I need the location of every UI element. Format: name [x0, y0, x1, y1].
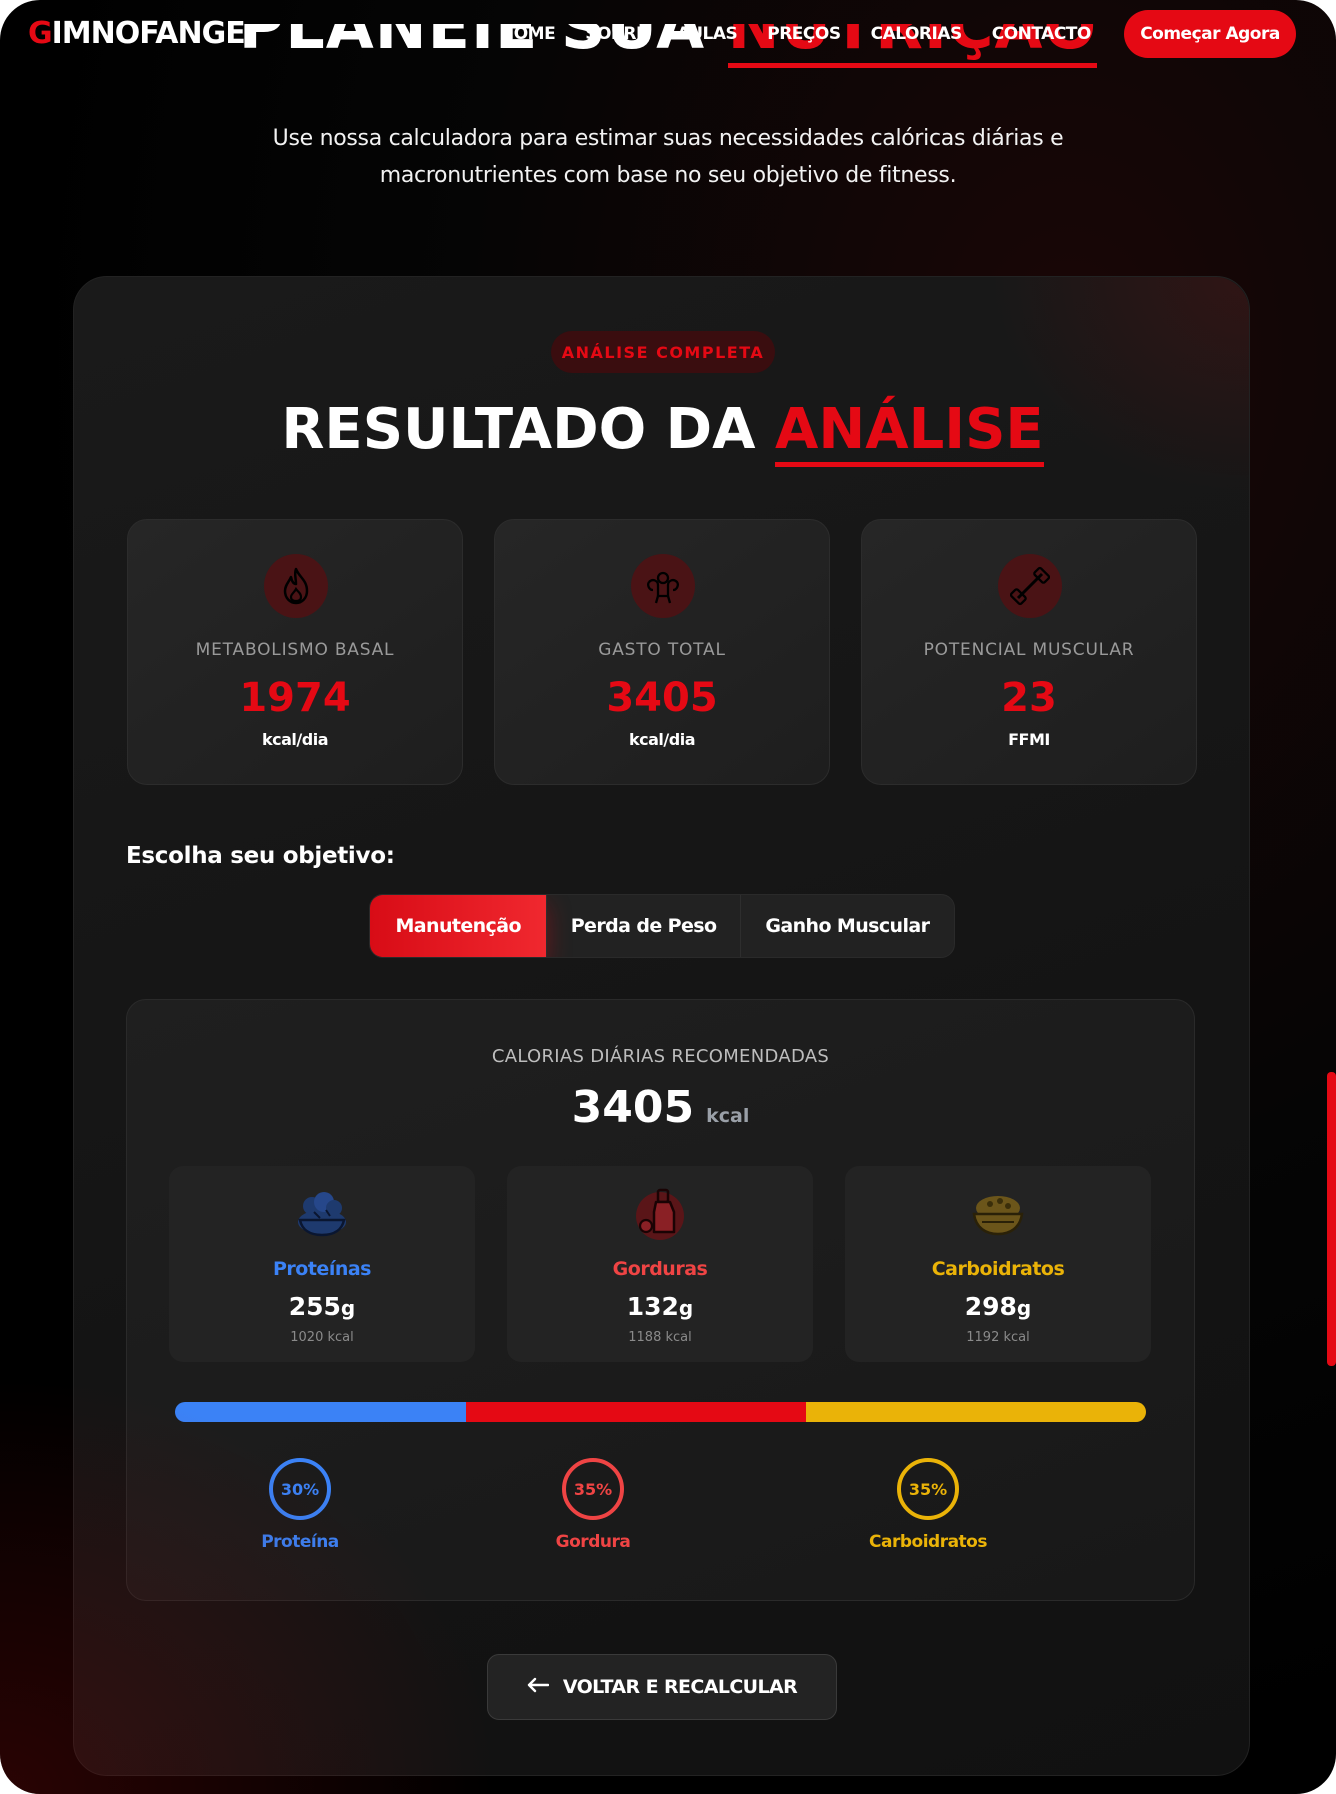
result-title: RESULTADO DA ANÁLISE: [74, 397, 1251, 467]
macro-name: Carboidratos: [931, 1258, 1065, 1280]
percent-label: Proteína: [261, 1532, 339, 1552]
stat-unit: kcal/dia: [262, 730, 328, 749]
nav-links: HOME SOBRE AULAS PREÇOS CALORIAS CONTACT…: [500, 24, 1091, 44]
hero-subtitle-line-2: macronutrientes com base no seu objetivo…: [379, 163, 957, 188]
recommended-calories-label: CALORIAS DIÁRIAS RECOMENDADAS: [491, 1046, 830, 1067]
muscle-icon: [631, 554, 695, 618]
stat-value: 23: [1001, 675, 1057, 721]
macro-grams-unit: g: [678, 1296, 694, 1320]
distribution-segment-protein: [175, 1402, 467, 1422]
analysis-badge: ANÁLISE COMPLETA: [551, 331, 775, 373]
percent-label: Gordura: [555, 1532, 631, 1552]
stat-value: 1974: [239, 675, 351, 721]
percent-label: Carboidratos: [869, 1532, 987, 1552]
result-title-white: RESULTADO DA: [281, 397, 756, 462]
macro-kcal: 1192 kcal: [966, 1330, 1030, 1345]
tab-maintenance[interactable]: Manutenção: [370, 895, 548, 957]
stat-value: 3405: [606, 675, 718, 721]
percent-ring: 35%: [562, 1458, 624, 1520]
stat-label: POTENCIAL MUSCULAR: [923, 640, 1135, 660]
macro-card-carbs: Carboidratos 298g 1192 kcal: [845, 1166, 1151, 1362]
page: GIMNOFANGE HOME SOBRE AULAS PREÇOS CALOR…: [0, 0, 1336, 1794]
macro-name: Gorduras: [612, 1258, 708, 1280]
result-title-red: ANÁLISE: [775, 397, 1044, 467]
stat-card-basal-metabolism: METABOLISMO BASAL 1974 kcal/dia: [127, 519, 463, 785]
nav-link-aulas[interactable]: AULAS: [677, 24, 738, 44]
macro-grams-value: 132: [626, 1292, 679, 1321]
stat-card-muscle-potential: POTENCIAL MUSCULAR 23 FFMI: [861, 519, 1197, 785]
macro-card-protein: Proteínas 255g 1020 kcal: [169, 1166, 475, 1362]
macro-kcal: 1020 kcal: [290, 1330, 354, 1345]
macro-kcal: 1188 kcal: [628, 1330, 692, 1345]
macro-name: Proteínas: [273, 1258, 372, 1280]
logo-letter: G: [28, 16, 53, 51]
start-now-button[interactable]: Começar Agora: [1124, 10, 1296, 58]
percent-ring: 35%: [897, 1458, 959, 1520]
stat-unit: FFMI: [1008, 730, 1050, 749]
stat-label: METABOLISMO BASAL: [195, 640, 395, 660]
tab-weight-loss[interactable]: Perda de Peso: [547, 895, 741, 957]
bread-bowl-icon: [968, 1182, 1028, 1242]
stat-unit: kcal/dia: [629, 730, 695, 749]
hero-subtitle: Use nossa calculadora para estimar suas …: [0, 120, 1336, 194]
macro-grams: 132g: [507, 1292, 813, 1321]
macro-grams-unit: g: [340, 1296, 356, 1320]
stat-card-total-expenditure: GASTO TOTAL 3405 kcal/dia: [494, 519, 830, 785]
result-card: ANÁLISE COMPLETA RESULTADO DA ANÁLISE ME…: [73, 276, 1250, 1776]
recommended-calories: 3405 kcal: [127, 1082, 1194, 1133]
nav-link-home[interactable]: HOME: [500, 24, 556, 44]
goal-tabs: Manutenção Perda de Peso Ganho Muscular: [369, 894, 955, 958]
macro-grams-unit: g: [1016, 1296, 1032, 1320]
nav-link-precos[interactable]: PREÇOS: [767, 24, 841, 44]
recommended-calories-value: 3405: [571, 1082, 695, 1133]
nav-link-calorias[interactable]: CALORIAS: [871, 24, 963, 44]
macro-card-fat: Gorduras 132g 1188 kcal: [507, 1166, 813, 1362]
percent-ring: 30%: [269, 1458, 331, 1520]
hero-subtitle-line-1: Use nossa calculadora para estimar suas …: [272, 126, 1064, 151]
scrollbar-thumb[interactable]: [1327, 1072, 1336, 1366]
tab-muscle-gain[interactable]: Ganho Muscular: [741, 895, 954, 957]
back-recalculate-button[interactable]: VOLTAR E RECALCULAR: [487, 1654, 837, 1720]
macro-grams-value: 255: [288, 1292, 341, 1321]
nav-link-sobre[interactable]: SOBRE: [585, 24, 647, 44]
dumbbell-icon: [998, 554, 1062, 618]
fire-icon: [264, 554, 328, 618]
macro-grams: 298g: [845, 1292, 1151, 1321]
oil-icon: [630, 1182, 690, 1242]
back-recalculate-label: VOLTAR E RECALCULAR: [562, 1676, 798, 1698]
recommendation-panel: CALORIAS DIÁRIAS RECOMENDADAS 3405 kcal P…: [126, 999, 1195, 1601]
recommended-calories-unit: kcal: [706, 1105, 750, 1127]
logo-text: IMNOFANGE: [51, 16, 246, 51]
distribution-segment-fat: [466, 1402, 807, 1422]
macro-grams-value: 298: [964, 1292, 1017, 1321]
nav-link-contacto[interactable]: CONTACTO: [992, 24, 1092, 44]
arrow-left-icon: [527, 1677, 550, 1698]
navbar: GIMNOFANGE HOME SOBRE AULAS PREÇOS CALOR…: [0, 0, 1336, 72]
goal-label: Escolha seu objetivo:: [126, 843, 395, 869]
salad-icon: [292, 1182, 352, 1242]
stat-label: GASTO TOTAL: [598, 640, 726, 660]
macro-grams: 255g: [169, 1292, 475, 1321]
distribution-segment-carbs: [806, 1402, 1146, 1422]
macro-distribution-bar: [175, 1402, 1146, 1422]
logo[interactable]: GIMNOFANGE: [28, 16, 246, 51]
